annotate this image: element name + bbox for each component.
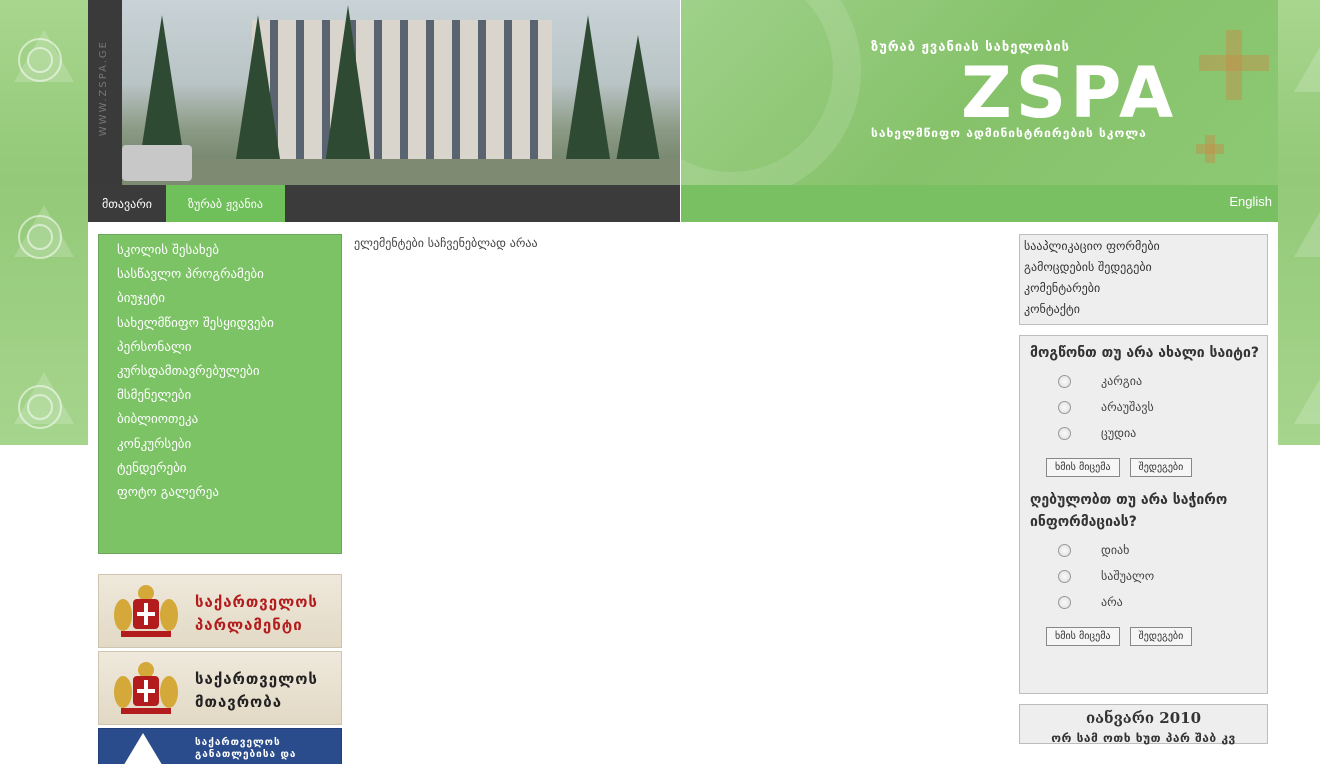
menu-item-graduates[interactable]: კურსდამთავრებულები: [117, 360, 341, 384]
menu-item-photo-gallery[interactable]: ფოტო გალერეა: [117, 481, 341, 505]
menu-item-personnel[interactable]: პერსონალი: [117, 336, 341, 360]
calendar-box: იანვარი 2010 ორ სამ ოთხ ხუთ პარ შაბ კვ: [1019, 704, 1268, 745]
header: WWW.ZSPA.GE ზურაბ ჟვანიას სახელობის ZSPA…: [88, 0, 1278, 185]
building-image: [252, 20, 552, 160]
banner-line2: მთავრობა: [195, 693, 283, 711]
banner-line2: პარლამენტი: [195, 616, 303, 634]
option-label: კარგია: [1101, 374, 1143, 388]
education-ministry-banner[interactable]: საქართველოს განათლებისა და: [98, 728, 342, 764]
menu-item-tenders[interactable]: ტენდერები: [117, 457, 341, 481]
radio-button[interactable]: [1058, 374, 1071, 388]
menu-item-listeners[interactable]: მსმენელები: [117, 384, 341, 408]
main-nav: მთავარი ზურაბ ჟვანია: [88, 185, 680, 222]
ministry-logo-icon: [119, 733, 167, 764]
school-building-photo: [122, 0, 680, 185]
option-label: არაუშავს: [1101, 400, 1154, 414]
results-button[interactable]: შედეგები: [1129, 627, 1193, 646]
brand-bottom-text: სახელმწიფო ადმინისტრირების სკოლა: [871, 126, 1147, 140]
poll-box: მოგწონთ თუ არა ახალი საიტი? კარგია არაუშ…: [1019, 335, 1268, 694]
parliament-banner[interactable]: საქართველოს პარლამენტი: [98, 574, 342, 648]
banner-text: საქართველოს პარლამენტი: [195, 591, 318, 637]
link-application-forms[interactable]: სააპლიკაციო ფორმები: [1024, 236, 1267, 257]
menu-item-competitions[interactable]: კონკურსები: [117, 433, 341, 457]
radio-button[interactable]: [1058, 595, 1071, 609]
menu-item-library[interactable]: ბიბლიოთეკა: [117, 408, 341, 432]
car-image: [122, 145, 192, 181]
english-language-link[interactable]: English: [1229, 194, 1272, 209]
triangle-decoration: [1294, 40, 1320, 92]
option-label: დიახ: [1101, 543, 1130, 557]
quick-links-box: სააპლიკაციო ფორმები გამოცდების შედეგები …: [1019, 234, 1268, 325]
poll-buttons: ხმის მიცემა შედეგები: [1046, 458, 1259, 477]
poll-option[interactable]: დიახ: [1030, 537, 1259, 563]
right-background: [1278, 0, 1320, 445]
banner-text: საქართველოს მთავრობა: [195, 668, 318, 714]
brand-circle-decoration: [681, 0, 861, 185]
radio-button[interactable]: [1058, 400, 1071, 414]
banner-text: საქართველოს განათლებისა და: [195, 737, 296, 761]
banner-line1: საქართველოს: [195, 737, 281, 748]
vertical-site-url: WWW.ZSPA.GE: [98, 40, 109, 137]
poll-buttons: ხმის მიცემა შედეგები: [1046, 627, 1259, 646]
calendar-weekdays: ორ სამ ოთხ ხუთ პარ შაბ კვ: [1051, 731, 1236, 745]
right-column: სააპლიკაციო ფორმები გამოცდების შედეგები …: [1019, 234, 1268, 754]
menu-item-about-school[interactable]: სკოლის შესახებ: [117, 239, 341, 263]
triangle-decoration: [14, 372, 74, 424]
left-menu: სკოლის შესახებ სასწავლო პროგრამები ბიუჯე…: [98, 234, 342, 554]
cross-decoration: [1196, 144, 1224, 154]
menu-item-state-procurement[interactable]: სახელმწიფო შესყიდვები: [117, 312, 341, 336]
option-label: არა: [1101, 595, 1123, 609]
radio-button[interactable]: [1058, 569, 1071, 583]
nav-right-bar: English: [680, 185, 1278, 222]
vote-button[interactable]: ხმის მიცემა: [1046, 627, 1120, 646]
zspa-logo[interactable]: ZSPA: [961, 52, 1177, 134]
banner-line1: საქართველოს: [195, 593, 318, 611]
menu-item-budget[interactable]: ბიუჯეტი: [117, 287, 341, 311]
poll-option[interactable]: კარგია: [1030, 368, 1259, 394]
poll-question: ღებულობთ თუ არა საჭირო ინფორმაციას?: [1030, 492, 1228, 530]
poll-option[interactable]: არაუშავს: [1030, 394, 1259, 420]
radio-button[interactable]: [1058, 543, 1071, 557]
poll-option[interactable]: ცუდია: [1030, 420, 1259, 446]
poll-question: მოგწონთ თუ არა ახალი საიტი?: [1030, 345, 1259, 361]
link-exam-results[interactable]: გამოცდების შედეგები: [1024, 257, 1267, 278]
coat-of-arms-icon: [114, 662, 178, 714]
road-image: [122, 159, 680, 185]
radio-button[interactable]: [1058, 426, 1071, 440]
coat-of-arms-icon: [114, 585, 178, 637]
calendar-title: იანვარი 2010: [1085, 709, 1202, 727]
banner-line1: საქართველოს: [195, 670, 318, 688]
tree-image: [322, 5, 374, 185]
triangle-decoration: [1294, 372, 1320, 424]
vertical-strip: WWW.ZSPA.GE: [88, 0, 122, 185]
option-label: ცუდია: [1101, 426, 1137, 440]
banner-line2: განათლებისა და: [195, 749, 297, 760]
brand-banner: ზურაბ ჟვანიას სახელობის ZSPA სახელმწიფო …: [680, 0, 1278, 185]
results-button[interactable]: შედეგები: [1129, 458, 1193, 477]
poll-option[interactable]: საშუალო: [1030, 563, 1259, 589]
navbar: მთავარი ზურაბ ჟვანია English: [88, 185, 1278, 222]
nav-item-zurab-zhvania[interactable]: ზურაბ ჟვანია: [165, 185, 285, 222]
no-items-message: ელემენტები საჩვენებლად არაა: [354, 236, 538, 250]
nav-item-home[interactable]: მთავარი: [88, 185, 166, 222]
left-background: [0, 0, 88, 445]
link-contact[interactable]: კონტაქტი: [1024, 299, 1267, 320]
option-label: საშუალო: [1101, 569, 1155, 583]
link-comments[interactable]: კომენტარები: [1024, 278, 1267, 299]
page-wrapper: WWW.ZSPA.GE ზურაბ ჟვანიას სახელობის ZSPA…: [88, 0, 1278, 764]
triangle-decoration: [14, 30, 74, 82]
cross-decoration: [1199, 55, 1269, 71]
triangle-decoration: [1294, 205, 1320, 257]
content-area: სკოლის შესახებ სასწავლო პროგრამები ბიუჯე…: [88, 222, 1278, 764]
vote-button[interactable]: ხმის მიცემა: [1046, 458, 1120, 477]
triangle-decoration: [14, 205, 74, 257]
menu-item-study-programs[interactable]: სასწავლო პროგრამები: [117, 263, 341, 287]
government-banner[interactable]: საქართველოს მთავრობა: [98, 651, 342, 725]
poll-option[interactable]: არა: [1030, 589, 1259, 615]
